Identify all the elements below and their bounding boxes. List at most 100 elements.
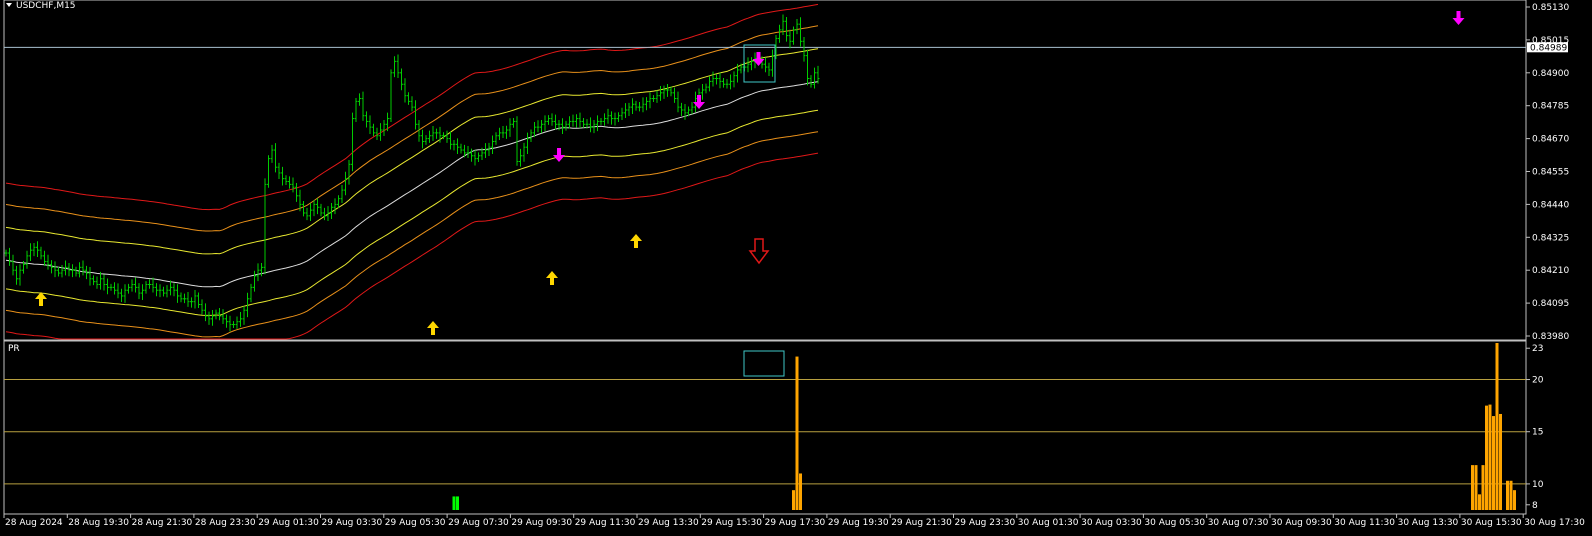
price-bar xyxy=(323,207,326,221)
price-bar xyxy=(389,69,393,123)
pr-bar xyxy=(1485,405,1488,510)
price-bar xyxy=(645,97,648,111)
price-bar xyxy=(620,107,624,121)
price-bar xyxy=(771,49,774,77)
price-bar xyxy=(8,247,11,266)
price-bar xyxy=(711,71,715,87)
time-tick-label: 29 Aug 09:30 xyxy=(511,518,572,528)
price-bar xyxy=(60,265,64,278)
price-bar xyxy=(134,277,137,293)
price-bar xyxy=(473,149,477,166)
indicator-pane-frame xyxy=(3,340,1527,515)
price-bar xyxy=(722,77,725,88)
price-bar xyxy=(127,283,130,294)
symbol-title[interactable]: USDCHF,M15 xyxy=(6,1,76,11)
price-bar xyxy=(512,118,515,128)
price-bar xyxy=(568,116,571,129)
buy-arrow-icon xyxy=(427,321,439,335)
price-bar xyxy=(662,85,666,99)
price-bar xyxy=(4,249,8,257)
price-bar xyxy=(351,112,354,172)
price-bar xyxy=(690,101,694,115)
hollow-down-arrow-icon xyxy=(748,238,770,265)
price-bar xyxy=(816,65,820,84)
dropdown-triangle-icon[interactable] xyxy=(6,3,12,7)
pr-bar xyxy=(795,356,799,510)
price-bar xyxy=(354,97,358,123)
price-bar xyxy=(106,278,109,295)
time-axis: 28 Aug 2024 28 Aug 19:30 28 Aug 21:30 28 Au… xyxy=(3,514,1585,528)
price-bar xyxy=(284,175,288,185)
price-bar xyxy=(785,17,788,42)
time-tick-label: 28 Aug 19:30 xyxy=(68,518,129,528)
symbol-label: USDCHF,M15 xyxy=(16,1,76,11)
price-bar xyxy=(564,120,568,131)
price-bar xyxy=(494,132,498,145)
price-bar xyxy=(333,198,337,215)
price-bar xyxy=(344,171,347,196)
pr-bar xyxy=(1492,416,1495,510)
price-bar xyxy=(571,114,575,127)
current-price-marker: 0.84989 xyxy=(1527,42,1568,53)
price-bar xyxy=(120,288,123,302)
price-bar xyxy=(256,263,260,282)
pr-bar xyxy=(1506,480,1509,510)
price-bar xyxy=(81,260,85,276)
price-bar xyxy=(582,118,585,128)
price-bar xyxy=(603,113,606,126)
price-bar xyxy=(347,160,351,185)
pr-bar xyxy=(1481,465,1485,510)
price-bar xyxy=(211,309,214,326)
price-tick-label: 0.83980 xyxy=(1532,332,1569,342)
price-bar xyxy=(295,182,298,202)
price-bar xyxy=(526,132,529,155)
price-bar xyxy=(102,274,106,291)
time-tick-label: 30 Aug 13:30 xyxy=(1398,518,1459,528)
price-bar xyxy=(113,282,116,295)
band-lower-1-line xyxy=(5,109,819,316)
price-tick-label: 0.84785 xyxy=(1532,102,1569,112)
pr-histogram xyxy=(4,343,1526,510)
price-bar xyxy=(190,297,193,308)
price-bar xyxy=(18,264,22,286)
sell-arrow-icon xyxy=(1452,11,1465,25)
price-bar xyxy=(225,314,228,328)
price-bar xyxy=(281,166,284,186)
price-bar xyxy=(316,198,319,215)
price-bar xyxy=(232,321,235,328)
time-tick-label: 29 Aug 19:30 xyxy=(828,518,889,528)
time-tick-label: 30 Aug 03:30 xyxy=(1081,518,1142,528)
price-bar xyxy=(459,143,463,154)
price-bar xyxy=(11,254,15,276)
price-bar xyxy=(99,271,102,290)
price-bar xyxy=(445,130,449,143)
price-bar xyxy=(179,292,183,303)
price-bar xyxy=(32,243,36,257)
price-bar xyxy=(165,285,169,298)
time-tick-label: 29 Aug 13:30 xyxy=(638,518,699,528)
price-bar xyxy=(123,284,127,303)
price-bar xyxy=(407,92,410,105)
price-bar xyxy=(36,241,39,258)
price-bar xyxy=(305,207,309,221)
pr-tick-label: 10 xyxy=(1532,480,1544,490)
price-bar xyxy=(641,97,645,113)
price-bar xyxy=(319,203,323,217)
price-bar xyxy=(452,140,456,151)
price-bar xyxy=(193,289,197,309)
price-bar xyxy=(550,113,554,126)
price-bar xyxy=(431,126,435,141)
buy-arrow-icon xyxy=(35,292,47,306)
time-tick-label: 29 Aug 17:30 xyxy=(765,518,826,528)
price-axis: 0.851300.850150.849000.847850.846700.845… xyxy=(1526,3,1569,342)
time-tick-label: 29 Aug 05:30 xyxy=(385,518,446,528)
price-bar xyxy=(92,275,95,286)
price-tick-label: 0.84210 xyxy=(1532,266,1569,276)
price-bar xyxy=(116,283,120,299)
price-bar xyxy=(519,148,522,167)
price-bar xyxy=(207,311,211,325)
price-bar xyxy=(501,126,505,139)
price-bar xyxy=(39,246,43,260)
price-bar xyxy=(340,184,344,203)
band-upper-1-line xyxy=(5,48,819,255)
